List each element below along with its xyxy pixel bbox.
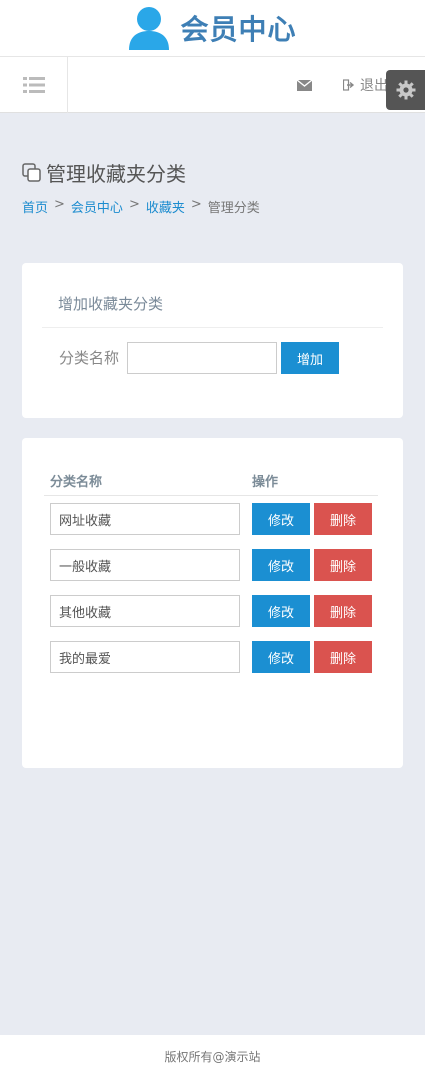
sign-out-icon (343, 79, 355, 91)
divider (42, 327, 383, 328)
page-header: 管理收藏夹分类 首页 > 会员中心 > 收藏夹 > 管理分类 (22, 158, 260, 216)
sidebar-toggle-button[interactable] (0, 57, 68, 113)
add-category-panel: 增加收藏夹分类 分类名称 增加 (22, 263, 403, 418)
breadcrumb-home[interactable]: 首页 (22, 197, 48, 216)
breadcrumb-current: 管理分类 (207, 201, 260, 216)
add-panel-title: 增加收藏夹分类 (58, 295, 164, 313)
breadcrumb-separator: > (54, 197, 65, 212)
table-row: 网址收藏 修改 删除 (22, 503, 403, 535)
header-divider (44, 495, 378, 496)
breadcrumb-separator: > (128, 197, 140, 212)
delete-button[interactable]: 删除 (314, 641, 372, 673)
edit-button[interactable]: 修改 (252, 549, 310, 581)
envelope-icon[interactable] (296, 77, 314, 93)
gear-icon (396, 80, 415, 100)
breadcrumb-favorites[interactable]: 收藏夹 (146, 197, 185, 216)
settings-button[interactable] (386, 70, 425, 110)
table-row: 我的最爱 修改 删除 (22, 641, 403, 673)
list-icon (22, 77, 45, 93)
delete-button[interactable]: 删除 (314, 549, 372, 581)
category-name-label: 分类名称 (59, 349, 120, 367)
user-icon (129, 7, 170, 50)
table-row: 其他收藏 修改 删除 (22, 595, 403, 627)
copy-icon (22, 162, 41, 182)
column-header-ops: 操作 (252, 475, 279, 490)
edit-button[interactable]: 修改 (252, 641, 310, 673)
edit-button[interactable]: 修改 (252, 503, 310, 535)
category-name-field[interactable]: 我的最爱 (50, 641, 240, 673)
logo-title: 会员中心 (180, 13, 297, 46)
category-name-field[interactable]: 一般收藏 (50, 549, 240, 581)
page-title: 管理收藏夹分类 (22, 158, 260, 187)
copyright-text: 版权所有@演示站 (164, 1050, 261, 1064)
page-title-text: 管理收藏夹分类 (46, 162, 186, 186)
edit-button[interactable]: 修改 (252, 595, 310, 627)
logo-bar: 会员中心 (0, 0, 425, 57)
footer: 版权所有@演示站 (0, 1035, 425, 1078)
category-name-input[interactable] (127, 342, 277, 374)
category-name-field[interactable]: 其他收藏 (50, 595, 240, 627)
table-row: 一般收藏 修改 删除 (22, 549, 403, 581)
logout-label: 退出 (360, 78, 388, 94)
column-header-name: 分类名称 (50, 475, 103, 490)
logout-link[interactable]: 退出 (343, 75, 388, 95)
breadcrumb: 首页 > 会员中心 > 收藏夹 > 管理分类 (22, 197, 260, 216)
top-nav: 退出 (0, 57, 425, 113)
breadcrumb-separator: > (190, 197, 202, 212)
delete-button[interactable]: 删除 (314, 503, 372, 535)
category-list-panel: 分类名称 操作 网址收藏 修改 删除 一般收藏 修改 删除 其他收藏 修改 删除… (22, 438, 403, 768)
delete-button[interactable]: 删除 (314, 595, 372, 627)
breadcrumb-member-center[interactable]: 会员中心 (71, 197, 123, 216)
category-name-field[interactable]: 网址收藏 (50, 503, 240, 535)
add-category-button[interactable]: 增加 (281, 342, 339, 374)
